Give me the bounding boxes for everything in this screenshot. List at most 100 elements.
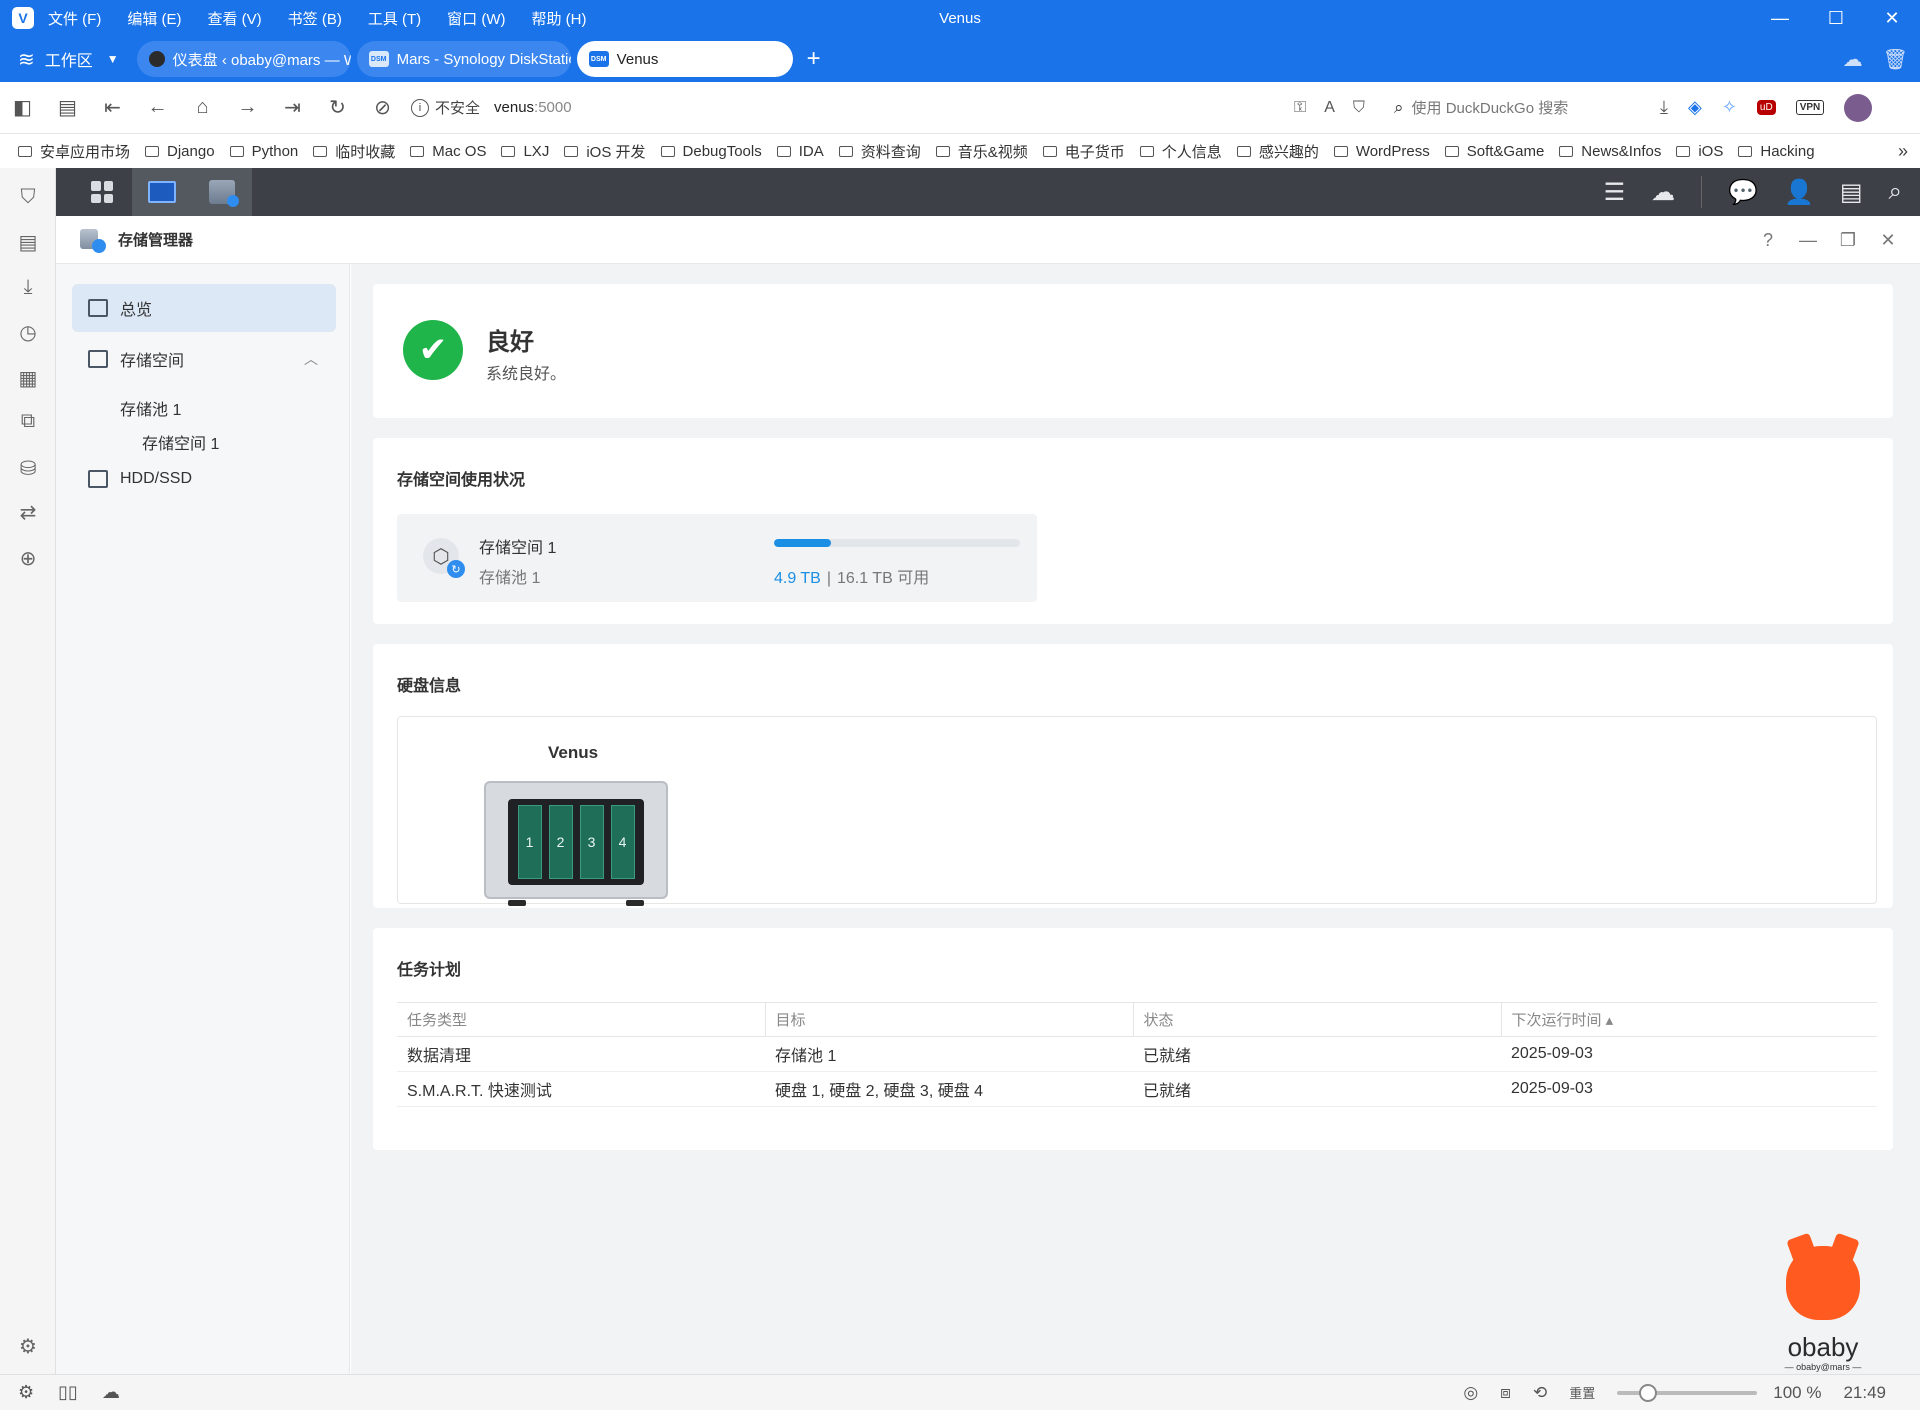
calendar-icon[interactable]: ▦ xyxy=(0,366,56,391)
volume-usage-item[interactable]: ⬡ ↻ 存储空间 1 存储池 1 4.9 TB | 16.1 TB 可用 xyxy=(397,514,1037,602)
block-icon[interactable]: ⊘ xyxy=(360,95,405,120)
restore-app-icon[interactable]: ❐ xyxy=(1828,230,1868,251)
menu-view[interactable]: 查看 (V) xyxy=(208,8,262,29)
status-cloud-icon[interactable]: ☁ xyxy=(102,1382,120,1403)
nav-volume-1[interactable]: 存储空间 1 xyxy=(142,430,219,454)
tab-mars[interactable]: DSM Mars - Synology DiskStation xyxy=(356,41,571,77)
drive-bay-4[interactable]: 4 xyxy=(610,805,635,879)
bookmark-folder[interactable]: Mac OS xyxy=(410,143,486,160)
table-row[interactable]: S.M.A.R.T. 快速测试 硬盘 1, 硬盘 2, 硬盘 3, 硬盘 4 已… xyxy=(397,1071,1877,1107)
menu-file[interactable]: 文件 (F) xyxy=(48,8,101,29)
column-task-type[interactable]: 任务类型 xyxy=(397,1002,765,1037)
forward-icon[interactable]: → xyxy=(225,96,270,119)
bookmark-folder[interactable]: 临时收藏 xyxy=(313,141,395,162)
nav-overview[interactable]: 总览 xyxy=(72,284,336,332)
storage-manager-taskbar-button[interactable] xyxy=(192,168,252,216)
translate-icon[interactable]: A xyxy=(1324,99,1335,117)
zoom-reset-button[interactable]: 重置 xyxy=(1569,1383,1595,1402)
back-icon[interactable]: ← xyxy=(135,96,180,119)
nav-storage[interactable]: 存储空间 ︿ xyxy=(72,335,336,383)
desktop-button[interactable] xyxy=(132,168,192,216)
zoom-slider-knob[interactable] xyxy=(1639,1383,1658,1402)
bookmark-folder[interactable]: 音乐&视频 xyxy=(935,141,1028,162)
profile-avatar[interactable] xyxy=(1844,93,1873,122)
bookmark-icon[interactable]: ⛉ xyxy=(1353,99,1365,117)
vivaldi-logo-icon[interactable]: V xyxy=(12,7,34,29)
zoom-slider[interactable] xyxy=(1617,1383,1758,1402)
fast-forward-icon[interactable]: ⇥ xyxy=(270,95,315,120)
reading-list-icon[interactable]: ▤ xyxy=(0,230,56,255)
page-actions-icon[interactable]: ⟲ xyxy=(1533,1383,1547,1403)
downloads-panel-icon[interactable]: ⤓ xyxy=(0,276,56,299)
column-target[interactable]: 目标 xyxy=(764,1002,1133,1037)
security-status[interactable]: 不安全 xyxy=(435,97,480,118)
bookmark-folder[interactable]: Python xyxy=(229,143,298,160)
tab-dashboard[interactable]: 仪表盘 ‹ obaby@mars — W xyxy=(136,41,351,77)
bookmark-folder[interactable]: DebugTools xyxy=(660,143,762,160)
layers-extension-icon[interactable]: ◈ xyxy=(1688,97,1702,118)
sparkle-extension-icon[interactable]: ✧ xyxy=(1722,97,1737,118)
bookmark-folder[interactable]: 个人信息 xyxy=(1139,141,1222,162)
menu-help[interactable]: 帮助 (H) xyxy=(532,8,587,29)
bookmark-folder[interactable]: News&Infos xyxy=(1559,143,1661,160)
translate-panel-icon[interactable]: ⧉ xyxy=(0,410,56,433)
trash-icon[interactable]: 🗑 xyxy=(1883,47,1908,72)
url-input[interactable]: i 不安全 venus:5000 xyxy=(411,97,1311,118)
menu-edit[interactable]: 编辑 (E) xyxy=(127,8,181,29)
new-tab-button[interactable]: + xyxy=(807,45,821,73)
cloud-status-icon[interactable]: ☁ xyxy=(1651,178,1675,207)
bookmark-folder[interactable]: 资料查询 xyxy=(838,141,921,162)
menu-window[interactable]: 窗口 (W) xyxy=(447,8,505,29)
sync-icon[interactable]: ⇄ xyxy=(0,500,56,525)
reader-icon[interactable]: ▤ xyxy=(45,95,90,120)
drive-bay-2[interactable]: 2 xyxy=(548,805,573,879)
bookmark-folder[interactable]: Django xyxy=(145,143,215,160)
settings-icon[interactable]: ⚙ xyxy=(0,1334,56,1359)
user-icon[interactable]: 👤 xyxy=(1784,178,1814,207)
close-app-icon[interactable]: ✕ xyxy=(1868,230,1908,251)
nav-pool-1[interactable]: 存储池 1 xyxy=(120,396,181,420)
cloud-sync-icon[interactable]: ☁ xyxy=(1843,47,1863,72)
status-settings-icon[interactable]: ⚙ xyxy=(18,1382,34,1403)
maximize-icon[interactable]: ☐ xyxy=(1808,0,1864,36)
ublock-icon[interactable]: uD xyxy=(1756,100,1776,115)
vpn-icon[interactable]: VPN xyxy=(1795,100,1825,115)
help-icon[interactable]: ? xyxy=(1748,230,1788,251)
add-panel-icon[interactable]: ⊕ xyxy=(0,546,56,571)
minimize-icon[interactable]: — xyxy=(1752,0,1808,36)
search-input[interactable]: ⌕ 使用 DuckDuckGo 搜索 xyxy=(1394,91,1650,125)
chevron-up-icon[interactable]: ︿ xyxy=(304,349,318,369)
mail-icon[interactable]: ⛁ xyxy=(0,456,56,481)
menu-tools[interactable]: 工具 (T) xyxy=(368,8,421,29)
key-icon[interactable]: ⚿ xyxy=(1294,99,1306,117)
bookmark-folder[interactable]: WordPress xyxy=(1333,143,1430,160)
more-bookmarks-icon[interactable]: » xyxy=(1898,141,1908,162)
bookmark-folder[interactable]: iOS xyxy=(1676,143,1723,160)
reload-icon[interactable]: ↻ xyxy=(315,95,360,120)
nav-hdd-ssd[interactable]: HDD/SSD xyxy=(72,455,336,503)
capture-icon[interactable]: ◎ xyxy=(1463,1383,1478,1403)
home-icon[interactable]: ⌂ xyxy=(180,96,225,119)
bookmark-folder[interactable]: iOS 开发 xyxy=(564,141,646,162)
notification-icon[interactable]: 💬 xyxy=(1728,178,1758,207)
bookmark-folder[interactable]: 安卓应用市场 xyxy=(18,141,130,162)
column-next-run[interactable]: 下次运行时间 ▴ xyxy=(1500,1002,1877,1037)
tab-venus[interactable]: DSM Venus xyxy=(576,41,793,77)
bookmark-folder[interactable]: Hacking xyxy=(1738,143,1815,160)
drive-bay-3[interactable]: 3 xyxy=(579,805,604,879)
bookmark-panel-icon[interactable]: ⛉ xyxy=(0,186,56,209)
menu-bookmarks[interactable]: 书签 (B) xyxy=(288,8,342,29)
column-status[interactable]: 状态 xyxy=(1132,1002,1501,1037)
download-icon[interactable]: ⤓ xyxy=(1660,97,1668,118)
bookmark-folder[interactable]: IDA xyxy=(776,143,824,160)
bookmark-folder[interactable]: 感兴趣的 xyxy=(1236,141,1319,162)
panel-toggle-icon[interactable]: ◧ xyxy=(0,95,45,120)
bookmark-folder[interactable]: LXJ xyxy=(501,143,549,160)
drive-bay-1[interactable]: 1 xyxy=(517,805,542,879)
tiling-icon[interactable]: ⧈ xyxy=(1500,1383,1511,1403)
workspace-switcher[interactable]: ≋ 工作区 ▼ xyxy=(18,47,119,72)
widgets-icon[interactable]: ▤ xyxy=(1840,178,1863,207)
rewind-icon[interactable]: ⇤ xyxy=(90,95,135,120)
minimize-app-icon[interactable]: — xyxy=(1788,230,1828,251)
main-menu-button[interactable] xyxy=(72,168,132,216)
